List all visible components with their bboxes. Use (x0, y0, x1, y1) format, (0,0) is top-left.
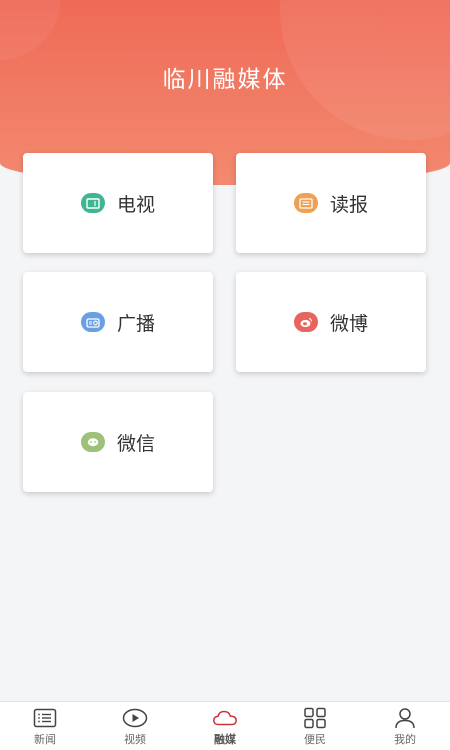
wechat-icon (80, 432, 105, 452)
tv-card-label: 电视 (116, 193, 155, 216)
tab-media-label: 融媒 (214, 733, 236, 746)
weibo-card[interactable]: 微博 (236, 272, 426, 372)
newspaper-card[interactable]: 读报 (236, 153, 426, 253)
news-list-icon (32, 707, 58, 729)
radio-card[interactable]: 广播 (23, 272, 213, 372)
radio-card-label: 广播 (116, 312, 155, 335)
tab-media[interactable]: 融媒 (180, 702, 270, 750)
wechat-card-label: 微信 (116, 432, 155, 455)
tab-news[interactable]: 新闻 (0, 702, 90, 750)
user-icon (392, 707, 418, 729)
header-decoration (0, 0, 60, 60)
tab-profile-label: 我的 (394, 733, 416, 746)
tv-icon (80, 193, 105, 213)
tab-video-label: 视频 (124, 733, 146, 746)
newspaper-card-label: 读报 (329, 193, 368, 216)
bottom-tab-bar: 新闻 视频 融媒 便民 我的 (0, 701, 450, 750)
grid-icon (302, 707, 328, 729)
tab-video[interactable]: 视频 (90, 702, 180, 750)
weibo-icon (293, 312, 318, 332)
tab-services-label: 便民 (304, 733, 326, 746)
tab-news-label: 新闻 (34, 733, 56, 746)
newspaper-icon (293, 193, 318, 213)
play-icon (122, 707, 148, 729)
wechat-card[interactable]: 微信 (23, 392, 213, 492)
weibo-card-label: 微博 (329, 312, 368, 335)
cloud-icon (212, 707, 238, 729)
tab-profile[interactable]: 我的 (360, 702, 450, 750)
page-title: 临川融媒体 (162, 67, 288, 93)
radio-icon (80, 312, 105, 332)
tv-card[interactable]: 电视 (23, 153, 213, 253)
tab-services[interactable]: 便民 (270, 702, 360, 750)
